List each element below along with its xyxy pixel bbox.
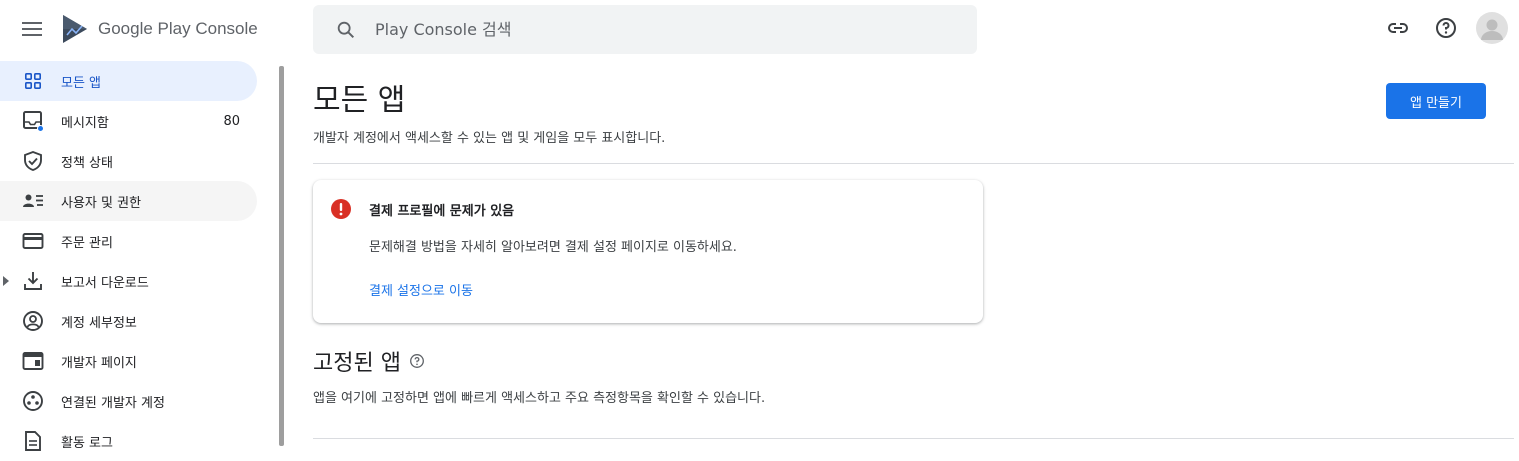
- sidebar-item-download-reports[interactable]: 보고서 다운로드: [0, 261, 257, 301]
- sidebar-item-users-permissions[interactable]: 사용자 및 권한: [0, 181, 257, 221]
- page-title: 모든 앱: [313, 83, 406, 118]
- sidebar-item-label: 보고서 다운로드: [61, 275, 149, 291]
- grid-icon: [22, 70, 44, 92]
- search-bar[interactable]: [313, 5, 977, 54]
- sidebar-item-label: 개발자 페이지: [61, 355, 137, 371]
- sidebar-item-developer-page[interactable]: 개발자 페이지: [0, 341, 257, 381]
- create-app-button[interactable]: 앱 만들기: [1386, 83, 1486, 119]
- sidebar: 모든 앱 메시지함 80 정책 상태 사용자 및 권한 주문 관리 보고서 다운…: [0, 57, 284, 451]
- inbox-count-badge: 80: [223, 113, 240, 129]
- inbox-icon: [22, 110, 44, 132]
- avatar[interactable]: [1476, 12, 1508, 44]
- pinned-apps-title: 고정된 앱: [313, 351, 401, 376]
- pinned-apps-subtitle: 앱을 여기에 고정하면 앱에 빠르게 액세스하고 주요 측정항목을 확인할 수 …: [313, 391, 766, 406]
- download-icon: [22, 270, 44, 292]
- sidebar-item-label: 연결된 개발자 계정: [61, 395, 165, 411]
- document-icon: [22, 430, 44, 452]
- alert-body: 문제해결 방법을 자세히 알아보려면 결제 설정 페이지로 이동하세요.: [369, 240, 737, 255]
- play-console-logo[interactable]: Google Play Console: [60, 14, 258, 44]
- web-page-icon: [22, 350, 44, 372]
- shield-check-icon: [22, 150, 44, 172]
- page-subtitle: 개발자 계정에서 액세스할 수 있는 앱 및 게임을 모두 표시합니다.: [313, 131, 666, 146]
- sidebar-item-linked-developer-accounts[interactable]: 연결된 개발자 계정: [0, 381, 257, 421]
- sidebar-scrollbar[interactable]: [279, 66, 284, 446]
- sidebar-item-label: 주문 관리: [61, 235, 113, 251]
- main-content: 모든 앱 개발자 계정에서 액세스할 수 있는 앱 및 게임을 모두 표시합니다…: [313, 57, 1519, 446]
- play-console-logo-icon: [63, 15, 87, 43]
- sidebar-item-label: 활동 로그: [61, 435, 113, 451]
- top-bar: Google Play Console: [0, 0, 1519, 57]
- link-icon[interactable]: [1385, 15, 1411, 41]
- sidebar-item-policy-status[interactable]: 정책 상태: [0, 141, 257, 181]
- sidebar-item-account-details[interactable]: 계정 세부정보: [0, 301, 257, 341]
- help-icon[interactable]: [1433, 15, 1459, 41]
- sidebar-item-label: 사용자 및 권한: [61, 195, 142, 211]
- divider: [313, 163, 1514, 164]
- people-list-icon: [22, 190, 44, 212]
- sidebar-item-order-management[interactable]: 주문 관리: [0, 221, 257, 261]
- billing-settings-link[interactable]: 결제 설정으로 이동: [369, 280, 473, 299]
- error-icon: [331, 199, 351, 219]
- billing-alert-card: 결제 프로필에 문제가 있음 문제해결 방법을 자세히 알아보려면 결제 설정 …: [313, 180, 983, 323]
- expand-arrow-icon[interactable]: [3, 276, 9, 286]
- divider: [313, 438, 1514, 439]
- search-input[interactable]: [375, 20, 935, 39]
- sidebar-item-label: 모든 앱: [61, 75, 102, 91]
- sidebar-item-label: 메시지함: [61, 115, 109, 131]
- account-avatar-icon: [1481, 19, 1503, 40]
- pinned-apps-heading: 고정된 앱: [313, 345, 425, 377]
- search-icon: [337, 21, 355, 38]
- account-circle-icon: [22, 310, 44, 332]
- app-title: Google Play Console: [98, 19, 258, 38]
- alert-title: 결제 프로필에 문제가 있음: [369, 204, 515, 219]
- menu-icon[interactable]: [22, 18, 44, 40]
- sidebar-item-all-apps[interactable]: 모든 앱: [0, 61, 257, 101]
- sidebar-item-activity-log[interactable]: 활동 로그: [0, 421, 257, 461]
- sidebar-item-label: 계정 세부정보: [61, 315, 137, 331]
- help-circle-icon[interactable]: [409, 353, 425, 369]
- sidebar-item-inbox[interactable]: 메시지함 80: [0, 101, 257, 141]
- sidebar-item-label: 정책 상태: [61, 155, 113, 171]
- credit-card-icon: [22, 230, 44, 252]
- linked-accounts-icon: [22, 390, 44, 412]
